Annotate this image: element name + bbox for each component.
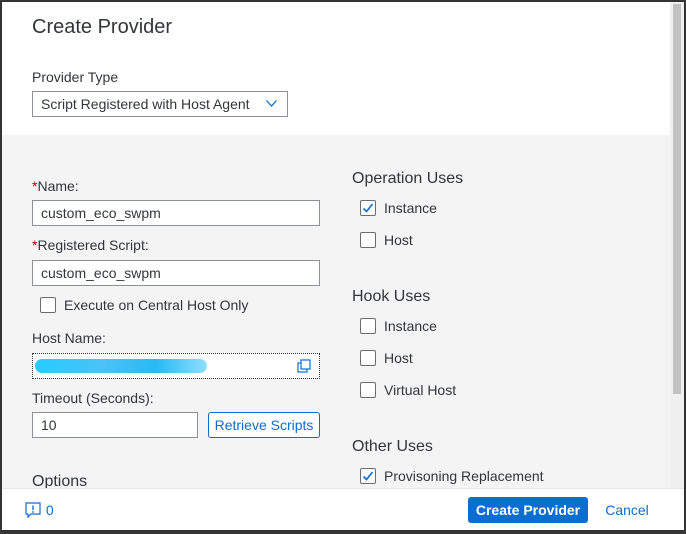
hook-host-label: Host [384, 350, 413, 366]
dialog-title: Create Provider [32, 16, 173, 38]
host-name-label: Host Name: [32, 330, 106, 346]
options-title: Options [32, 473, 88, 488]
dialog-header: Create Provider Provider Type Script Reg… [2, 2, 670, 135]
message-icon [25, 502, 41, 519]
hook-instance-checkbox[interactable] [360, 318, 376, 334]
hook-virtual-host-label: Virtual Host [384, 382, 457, 398]
hook-uses-title: Hook Uses [352, 288, 431, 305]
provider-type-label: Provider Type [32, 69, 119, 85]
name-input[interactable]: custom_eco_swpm [32, 200, 320, 226]
name-label: *Name: [32, 178, 79, 194]
host-name-input[interactable] [32, 353, 320, 379]
registered-script-input[interactable]: custom_eco_swpm [32, 260, 320, 286]
central-host-label: Execute on Central Host Only [64, 297, 249, 313]
timeout-label: Timeout (Seconds): [32, 390, 154, 406]
provisioning-replacement-checkbox[interactable] [360, 468, 376, 484]
chevron-down-icon [266, 100, 277, 107]
scrollbar-thumb[interactable] [673, 4, 681, 394]
create-provider-dialog: Create Provider Provider Type Script Reg… [2, 2, 684, 530]
value-help-icon[interactable] [297, 359, 311, 373]
message-count: 0 [45, 502, 54, 518]
hook-virtual-host-checkbox[interactable] [360, 382, 376, 398]
hook-instance-label: Instance [384, 318, 437, 334]
provisioning-replacement-label: Provisoning Replacement [384, 468, 544, 484]
timeout-input[interactable]: 10 [32, 412, 198, 438]
provider-type-select[interactable]: Script Registered with Host Agent [32, 91, 288, 117]
dialog-content: *Name: custom_eco_swpm *Registered Scrip… [2, 135, 670, 488]
registered-script-label: *Registered Script: [32, 237, 149, 253]
provider-type-value: Script Registered with Host Agent [41, 96, 250, 112]
checkmark-icon [362, 471, 374, 481]
operation-uses-title: Operation Uses [352, 170, 464, 187]
message-popover-button[interactable]: 0 [24, 501, 54, 519]
central-host-checkbox[interactable] [40, 297, 56, 313]
create-provider-button[interactable]: Create Provider [468, 497, 588, 523]
operation-instance-label: Instance [384, 200, 437, 216]
hook-host-checkbox[interactable] [360, 350, 376, 366]
operation-instance-checkbox[interactable] [360, 200, 376, 216]
operation-host-checkbox[interactable] [360, 232, 376, 248]
cancel-button[interactable]: Cancel [602, 497, 652, 523]
checkmark-icon [362, 203, 374, 213]
other-uses-title: Other Uses [352, 438, 433, 455]
redacted-host-name [35, 359, 207, 373]
operation-host-label: Host [384, 232, 413, 248]
retrieve-scripts-button[interactable]: Retrieve Scripts [208, 412, 320, 438]
dialog-footer: 0 Create Provider Cancel [2, 488, 684, 530]
